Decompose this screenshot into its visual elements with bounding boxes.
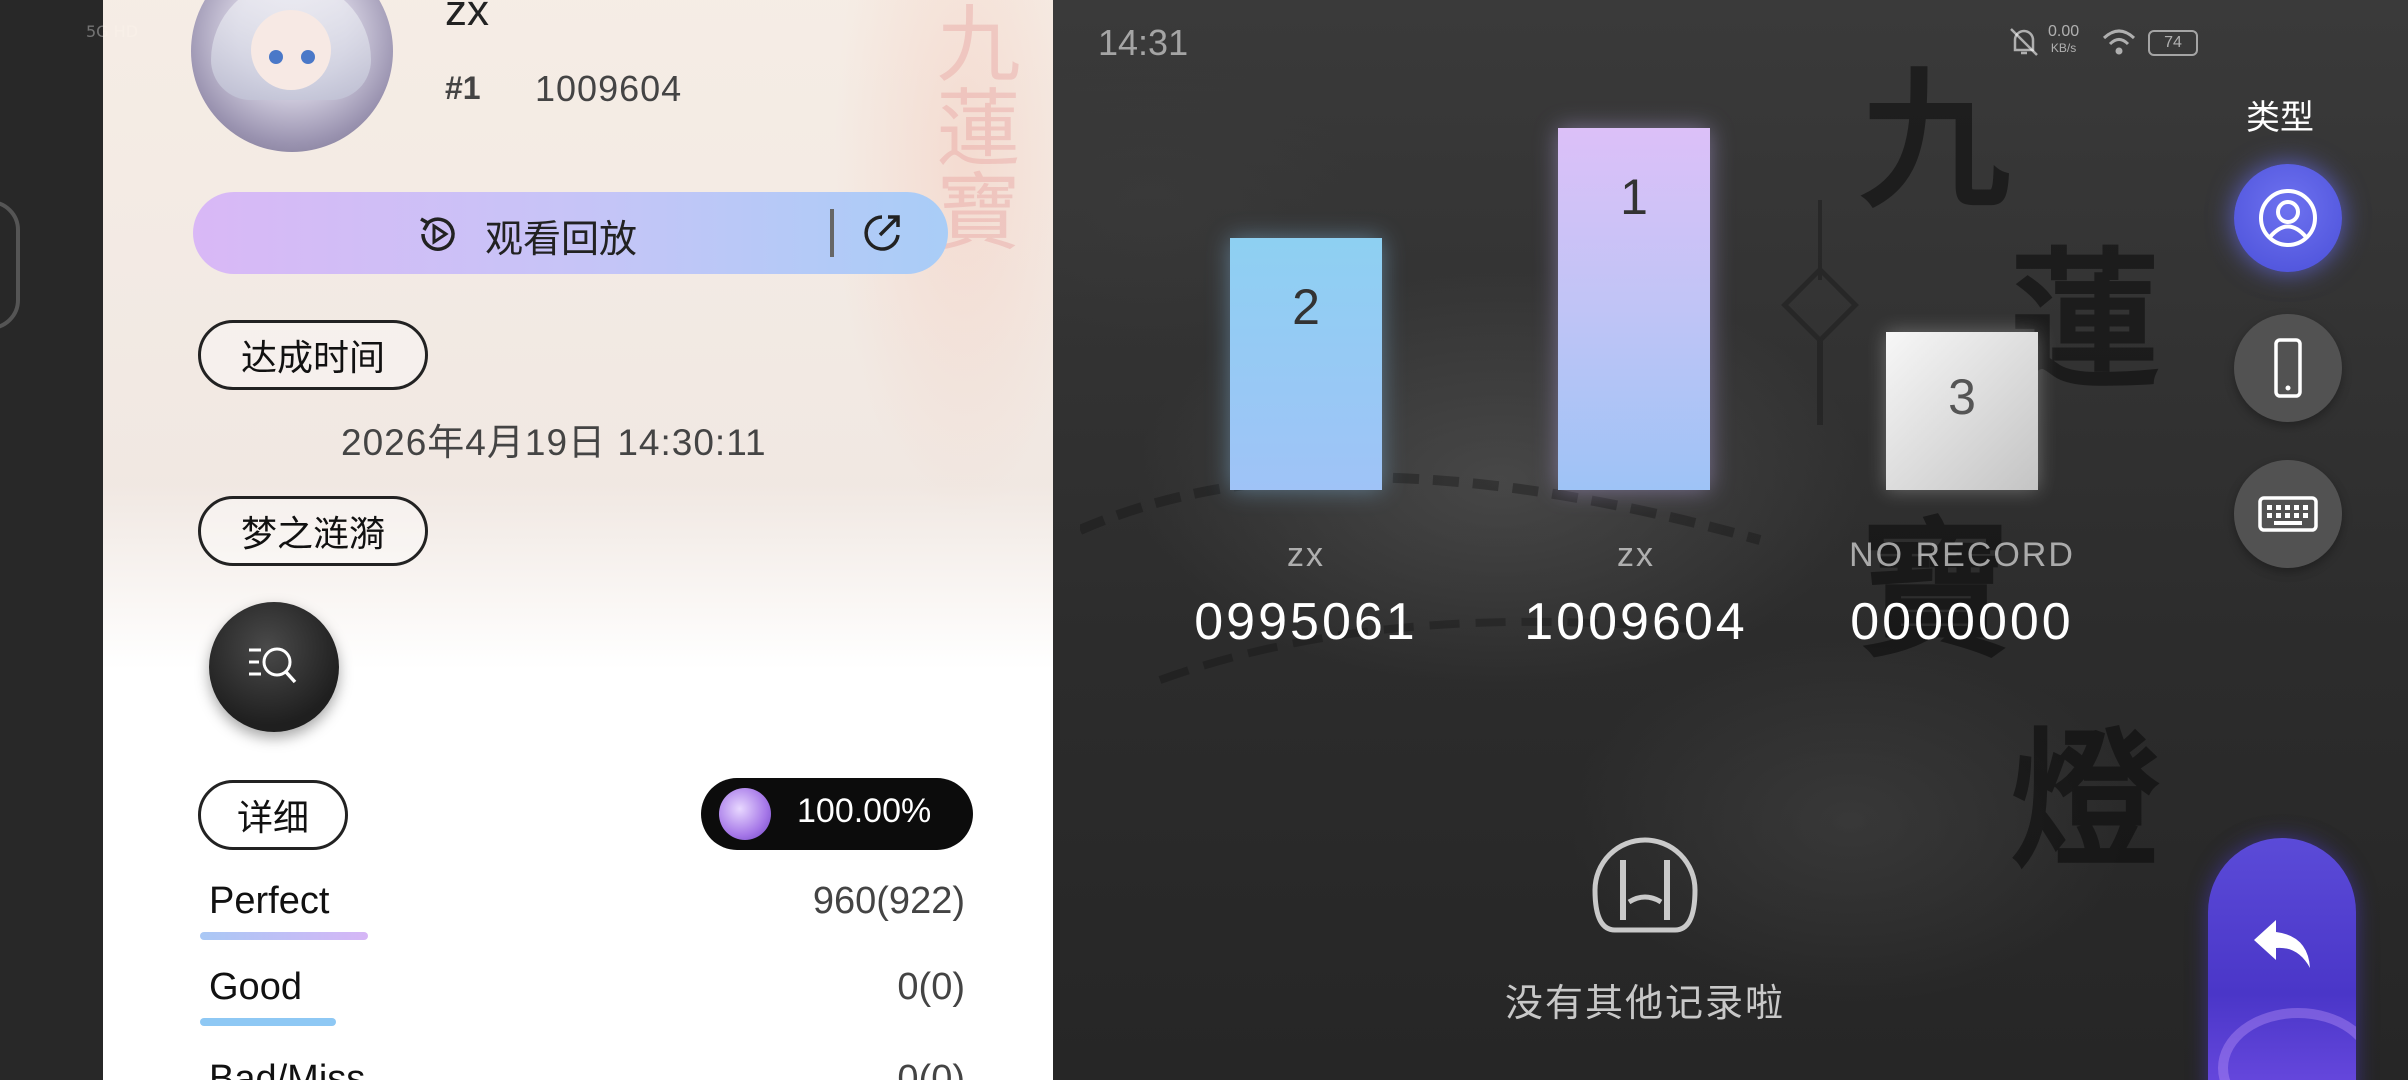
- player-avatar[interactable]: [191, 0, 393, 152]
- detail-label: 详细: [198, 780, 348, 850]
- watch-replay-button[interactable]: 观看回放: [193, 192, 948, 274]
- share-icon[interactable]: [858, 209, 906, 257]
- judgement-perfect-value: 960(922): [812, 880, 965, 922]
- type-phone-button[interactable]: [2234, 314, 2342, 422]
- leaderboard-score-rank-1: 1009604: [1524, 593, 1748, 651]
- podium-rank-number: 2: [1292, 279, 1320, 335]
- perfect-underline: [200, 932, 368, 940]
- no-more-records-message: 没有其他记录啦: [1504, 981, 1785, 1025]
- net-speed: 0.00 KB/s: [2048, 23, 2080, 56]
- status-clock: 14:31: [1098, 22, 1189, 63]
- podium-rank-number: 1: [1620, 169, 1648, 225]
- leaderboard-name-rank-3: NO RECORD: [1849, 536, 2075, 574]
- status-icons: 0.00 KB/s 74: [2002, 22, 2212, 62]
- good-underline: [200, 1018, 336, 1026]
- back-arrow-icon: [2254, 920, 2310, 968]
- judgement-perfect-label: Perfect: [209, 880, 330, 922]
- moon-icon: [719, 788, 771, 840]
- left-edge-shadow: [0, 0, 103, 1080]
- notification-muted-icon: [2010, 28, 2038, 56]
- podium-bar-rank-1[interactable]: 1: [1558, 128, 1710, 490]
- wifi-icon: [2102, 29, 2136, 55]
- result-panel: 九蓮寶 zx #1 1009604 观看回放 达成时间 2026年4月19日 1…: [103, 0, 1053, 1080]
- leaderboard-score-rank-3: 0000000: [1850, 593, 2074, 651]
- achieve-time-value: 2026年4月19日 14:30:11: [341, 422, 767, 463]
- edge-arc-decoration: [0, 200, 20, 330]
- search-list-icon: [249, 647, 297, 684]
- back-button[interactable]: [2208, 838, 2356, 1080]
- accuracy-badge: 100.00%: [701, 778, 973, 850]
- type-selector-label: 类型: [2246, 98, 2314, 138]
- podium-rank-number: 3: [1948, 369, 1976, 425]
- search-button[interactable]: [209, 602, 339, 732]
- judgement-badmiss-value: 0(0): [897, 1058, 965, 1080]
- phone-icon: [2274, 338, 2302, 398]
- leaderboard-name-rank-2: zx: [1287, 536, 1325, 574]
- podium-bar-rank-2[interactable]: 2: [1230, 238, 1382, 490]
- keyboard-icon: [2258, 496, 2318, 532]
- leaderboard-name-rank-1: zx: [1617, 536, 1655, 574]
- crying-face-icon: [1592, 837, 1698, 933]
- player-name: zx: [445, 0, 489, 35]
- replay-divider: [830, 209, 834, 257]
- podium-bar-rank-3[interactable]: 3: [1886, 332, 2038, 490]
- type-keyboard-button[interactable]: [2234, 460, 2342, 568]
- leaderboard-score-rank-2: 0995061: [1194, 593, 1418, 651]
- battery-indicator: 74: [2148, 30, 2198, 56]
- judgement-good-value: 0(0): [897, 966, 965, 1008]
- achieve-time-label: 达成时间: [198, 320, 428, 390]
- background-calligraphy: 寶: [1860, 503, 2011, 679]
- judgement-good-label: Good: [209, 966, 302, 1008]
- type-user-button[interactable]: [2234, 164, 2342, 272]
- mod-label: 梦之涟漪: [198, 496, 428, 566]
- background-calligraphy: 九: [1860, 53, 2011, 229]
- accuracy-value: 100.00%: [797, 792, 932, 830]
- user-icon: [2259, 189, 2317, 247]
- background-calligraphy: 燈: [2010, 713, 2161, 889]
- judgement-badmiss-label: Bad/Miss: [209, 1058, 366, 1080]
- replay-icon: [420, 217, 455, 251]
- player-rank: #1: [445, 70, 481, 106]
- watch-replay-label: 观看回放: [485, 217, 638, 261]
- player-best-score: 1009604: [535, 68, 683, 109]
